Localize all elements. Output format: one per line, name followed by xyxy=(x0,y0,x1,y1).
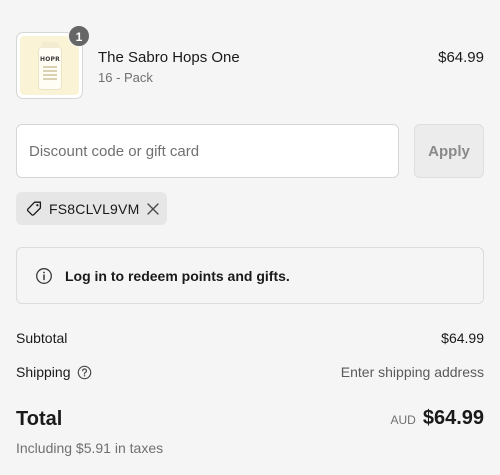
shipping-label-row: Shipping xyxy=(16,364,92,380)
subtotal-value: $64.99 xyxy=(441,330,484,346)
order-summary: HOPR 1 The Sabro Hops One 16 - Pack $64.… xyxy=(0,0,500,475)
login-notice-text: Log in to redeem points and gifts. xyxy=(65,267,290,284)
shipping-value: Enter shipping address xyxy=(340,364,484,380)
currency-code: AUD xyxy=(390,413,416,427)
total-label: Total xyxy=(16,408,63,430)
apply-discount-button[interactable]: Apply xyxy=(414,124,484,178)
total-amount: $64.99 xyxy=(422,407,484,429)
tag-icon xyxy=(25,200,43,218)
product-image: HOPR xyxy=(20,36,79,95)
taxes-note: Including $5.91 in taxes xyxy=(16,440,164,456)
login-notice[interactable]: Log in to redeem points and gifts. xyxy=(16,247,484,304)
product-logo: HOPR xyxy=(40,56,60,63)
subtotal-label: Subtotal xyxy=(16,330,68,346)
info-icon xyxy=(35,267,53,285)
product-can-illustration: HOPR xyxy=(38,42,62,90)
shipping-label: Shipping xyxy=(16,364,71,380)
discount-code-input[interactable] xyxy=(16,124,399,178)
quantity-badge: 1 xyxy=(68,25,90,47)
applied-discount-code: FS8CLVL9VM xyxy=(49,200,140,217)
applied-discount-tag: FS8CLVL9VM xyxy=(16,192,167,225)
line-item: HOPR 1 The Sabro Hops One 16 - Pack $64.… xyxy=(16,25,484,99)
product-price: $64.99 xyxy=(438,49,484,66)
product-variant: 16 - Pack xyxy=(98,70,153,85)
product-name: The Sabro Hops One xyxy=(98,49,240,66)
total-value: AUD $64.99 xyxy=(390,407,484,430)
close-icon[interactable] xyxy=(145,201,161,217)
question-circle-icon[interactable] xyxy=(77,365,92,380)
